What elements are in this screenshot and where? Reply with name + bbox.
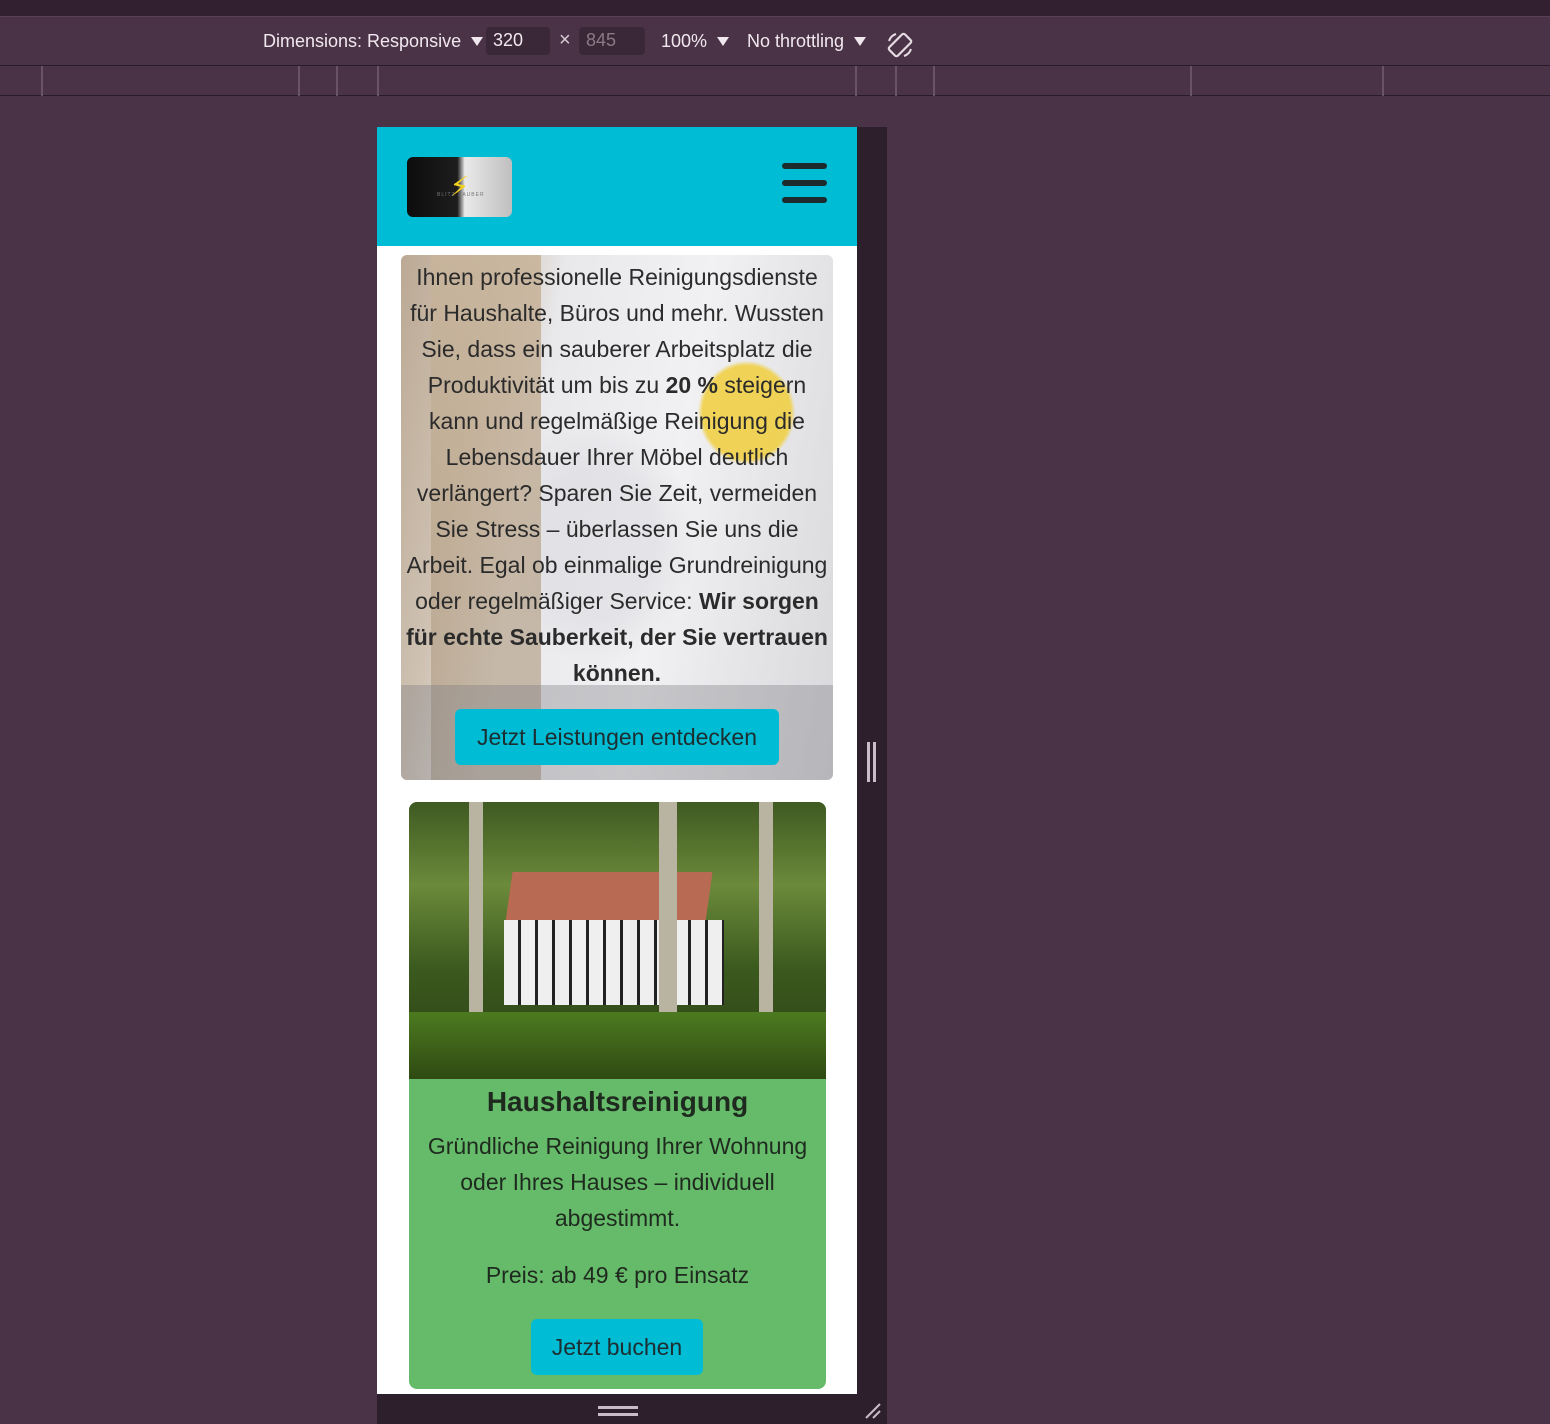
throttling-dropdown[interactable]: No throttling bbox=[747, 31, 867, 52]
rotate-device-icon[interactable] bbox=[886, 31, 914, 64]
chevron-down-icon bbox=[717, 37, 730, 46]
hamburger-menu-icon[interactable] bbox=[782, 163, 827, 203]
device-viewport: ⚡ BLITZ SAUBER Ihnen professionelle Rein… bbox=[377, 127, 887, 1424]
throttling-label: No throttling bbox=[747, 31, 845, 51]
zoom-label: 100% bbox=[661, 31, 708, 51]
zoom-dropdown[interactable]: 100% bbox=[661, 31, 730, 52]
width-resize-handle[interactable] bbox=[867, 742, 876, 782]
service-card: Haushaltsreinigung Gründliche Reinigung … bbox=[409, 802, 826, 1389]
site-navbar: ⚡ BLITZ SAUBER bbox=[377, 127, 857, 246]
dimensions-dropdown[interactable]: Dimensions: Responsive bbox=[263, 31, 484, 52]
site-logo[interactable]: ⚡ BLITZ SAUBER bbox=[407, 157, 512, 217]
height-input[interactable]: 845 bbox=[579, 27, 645, 55]
hero-section: Ihnen professionelle Reinigungsdienste f… bbox=[401, 255, 833, 780]
chevron-down-icon bbox=[471, 37, 484, 46]
book-now-button[interactable]: Jetzt buchen bbox=[531, 1319, 703, 1375]
corner-resize-icon[interactable] bbox=[862, 1400, 882, 1420]
times-symbol: × bbox=[559, 29, 571, 51]
width-input[interactable]: 320 bbox=[486, 27, 550, 55]
hero-text: Ihnen professionelle Reinigungsdienste f… bbox=[406, 264, 828, 686]
media-query-ruler[interactable] bbox=[0, 66, 1550, 96]
dimensions-label: Dimensions: Responsive bbox=[263, 31, 462, 51]
responsive-toolbar: Dimensions: Responsive 320 × 845 100% No… bbox=[0, 16, 1550, 66]
logo-text: BLITZ SAUBER bbox=[437, 192, 485, 198]
discover-services-button[interactable]: Jetzt Leistungen entdecken bbox=[455, 709, 779, 765]
service-price: Preis: ab 49 € pro Einsatz bbox=[485, 1262, 750, 1288]
service-description: Gründliche Reinigung Ihrer Wohnung oder … bbox=[427, 1133, 808, 1231]
height-resize-handle[interactable] bbox=[598, 1406, 638, 1416]
webpage: ⚡ BLITZ SAUBER Ihnen professionelle Rein… bbox=[377, 127, 857, 1394]
service-image bbox=[409, 802, 826, 1079]
devtools-top-strip bbox=[0, 0, 1550, 16]
chevron-down-icon bbox=[854, 37, 867, 46]
service-title: Haushaltsreinigung bbox=[486, 1086, 749, 1117]
